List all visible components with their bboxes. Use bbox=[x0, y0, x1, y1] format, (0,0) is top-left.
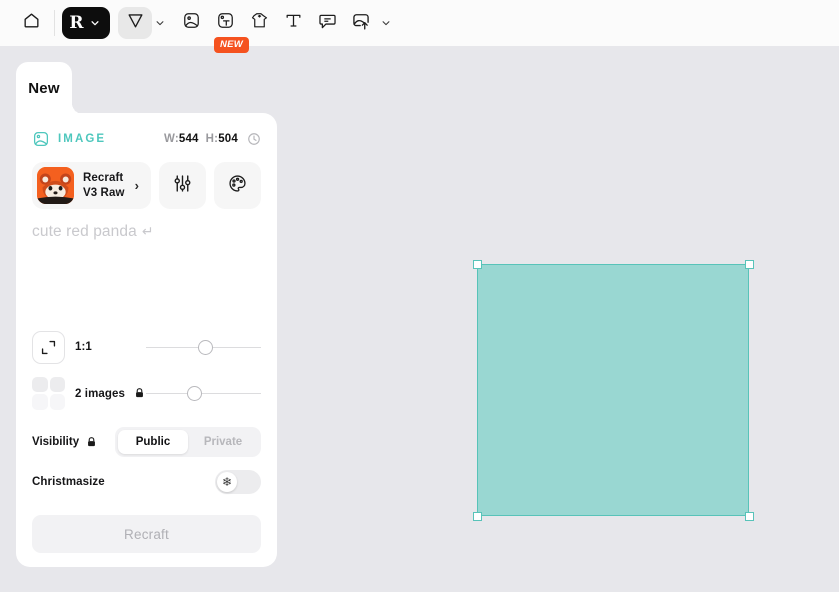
clock-icon[interactable] bbox=[247, 132, 261, 146]
model-name-line1: Recraft bbox=[83, 172, 124, 185]
visibility-label: Visibility bbox=[32, 436, 97, 448]
image-tool-button[interactable] bbox=[174, 7, 208, 39]
brand-menu[interactable]: R bbox=[62, 7, 112, 39]
panel-header: IMAGE W:544 H:504 bbox=[32, 129, 261, 149]
panel-body: IMAGE W:544 H:504 Recraft V3 Raw › cute … bbox=[16, 113, 277, 567]
toolbar-divider bbox=[54, 10, 55, 36]
image-text-tool-slot: NEW bbox=[208, 7, 250, 53]
dimensions: W:544 H:504 bbox=[164, 132, 261, 146]
upload-image-icon bbox=[351, 11, 371, 36]
text-t-icon bbox=[284, 11, 303, 35]
toggle-knob: ❄ bbox=[217, 472, 237, 492]
image-count-label: 2 images bbox=[75, 387, 145, 400]
height-value: H:504 bbox=[205, 133, 238, 145]
sliders-icon bbox=[172, 173, 193, 199]
resize-handle-bottom-right[interactable] bbox=[744, 511, 754, 521]
palette-icon bbox=[227, 173, 248, 199]
panel-tab-new[interactable]: New bbox=[16, 62, 83, 125]
text-tool-button[interactable] bbox=[276, 7, 310, 39]
aspect-ratio-slider[interactable] bbox=[146, 337, 261, 357]
lock-icon bbox=[86, 436, 97, 448]
prompt-input[interactable]: cute red panda ↵ bbox=[32, 223, 261, 327]
mockup-tool-button[interactable] bbox=[242, 7, 276, 39]
slider-thumb[interactable] bbox=[198, 340, 214, 355]
image-grid-icon[interactable] bbox=[32, 376, 65, 410]
visibility-option-private[interactable]: Private bbox=[188, 430, 258, 454]
aspect-ratio-label: 1:1 bbox=[75, 341, 92, 353]
resize-handle-top-left[interactable] bbox=[472, 259, 482, 269]
panel-type-label: IMAGE bbox=[58, 133, 107, 145]
image-count-slider[interactable] bbox=[146, 383, 261, 403]
generation-panel: New IMAGE W:544 H:504 Recraft V3 Raw › c… bbox=[16, 62, 277, 567]
cursor-icon bbox=[126, 11, 145, 35]
image-icon bbox=[182, 11, 201, 35]
panel-tab-label: New bbox=[28, 79, 60, 97]
home-icon bbox=[22, 11, 41, 35]
resize-handle-bottom-left[interactable] bbox=[472, 511, 482, 521]
recraft-logo-button[interactable]: R bbox=[62, 7, 110, 39]
prompt-placeholder: cute red panda bbox=[32, 223, 137, 240]
new-badge: NEW bbox=[214, 37, 250, 53]
lock-icon bbox=[134, 387, 145, 399]
return-key-icon: ↵ bbox=[141, 223, 154, 239]
chevron-down-icon bbox=[87, 7, 103, 39]
resize-handle-top-right[interactable] bbox=[744, 259, 754, 269]
home-button[interactable] bbox=[14, 7, 48, 39]
image-text-tool-button[interactable] bbox=[208, 7, 242, 39]
visibility-segmented-control: Public Private bbox=[115, 427, 261, 457]
model-selector[interactable]: Recraft V3 Raw › bbox=[32, 162, 151, 209]
image-text-icon bbox=[216, 11, 235, 35]
christmasize-toggle[interactable]: ❄ bbox=[215, 470, 261, 494]
red-panda-avatar bbox=[37, 167, 74, 204]
model-name-line2: V3 Raw bbox=[83, 186, 125, 199]
image-icon bbox=[32, 130, 50, 148]
aspect-ratio-row: 1:1 bbox=[32, 327, 261, 367]
tshirt-icon bbox=[250, 11, 269, 35]
slider-thumb[interactable] bbox=[186, 386, 202, 401]
select-tool-button[interactable] bbox=[118, 7, 152, 39]
width-value: W:544 bbox=[163, 133, 199, 145]
top-toolbar: R NEW bbox=[0, 0, 839, 53]
snowflake-icon: ❄ bbox=[221, 475, 233, 489]
image-count-row: 2 images bbox=[32, 373, 261, 413]
recraft-logo-icon: R bbox=[69, 12, 84, 33]
slider-track bbox=[146, 392, 261, 394]
speech-bubble-icon bbox=[318, 11, 337, 35]
recraft-generate-button[interactable]: Recraft bbox=[32, 515, 261, 553]
visibility-label-text: Visibility bbox=[32, 436, 80, 448]
selected-shape[interactable] bbox=[472, 259, 754, 521]
upload-tool-button[interactable] bbox=[344, 7, 378, 39]
christmasize-row: Christmasize ❄ bbox=[32, 465, 261, 499]
upload-tool-chevron[interactable] bbox=[378, 7, 394, 39]
style-button[interactable] bbox=[214, 162, 261, 209]
settings-button[interactable] bbox=[159, 162, 206, 209]
visibility-row: Visibility Public Private bbox=[32, 425, 261, 459]
comment-tool-button[interactable] bbox=[310, 7, 344, 39]
image-count-text: 2 images bbox=[75, 387, 126, 400]
chevron-right-icon: › bbox=[134, 178, 139, 193]
christmasize-label: Christmasize bbox=[32, 476, 105, 488]
model-name: Recraft V3 Raw bbox=[83, 171, 125, 199]
aspect-ratio-icon[interactable] bbox=[32, 330, 65, 364]
model-row: Recraft V3 Raw › bbox=[32, 162, 261, 209]
select-tool-chevron[interactable] bbox=[152, 7, 168, 39]
visibility-option-public[interactable]: Public bbox=[118, 430, 188, 454]
